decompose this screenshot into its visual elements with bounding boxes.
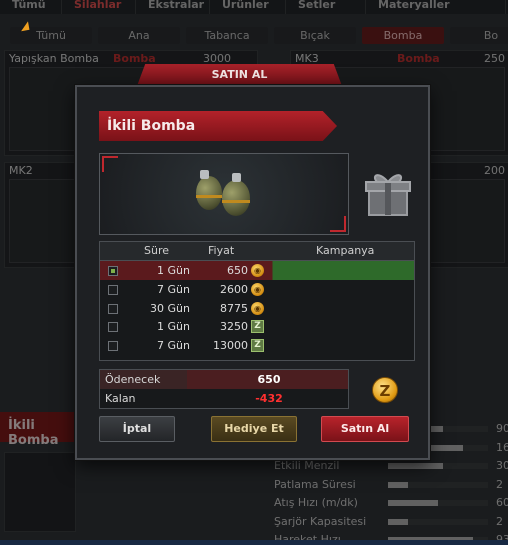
option-checkbox[interactable]	[108, 284, 118, 295]
stat-label: Şarjör Kapasitesi	[274, 514, 367, 528]
gift-button[interactable]: Hediye Et	[211, 416, 297, 442]
option-duration: 7 Gün	[157, 282, 190, 296]
header-campaign: Kampanya	[316, 244, 375, 257]
subtab-primary[interactable]: Ana	[98, 27, 180, 44]
category-bar: Tümü Silahlar Ekstralar Ürünler Setler M…	[0, 0, 508, 14]
payable-label: Ödenecek	[105, 373, 161, 386]
stat-value: 2	[496, 477, 503, 491]
stat-label: Atış Hızı (m/dk)	[274, 496, 358, 509]
zcash-icon: Z	[251, 320, 264, 334]
price-option-row[interactable]: 7 Gün 2600 ◉	[100, 280, 414, 299]
card-title: MK2	[9, 164, 33, 177]
stat-value: 60	[496, 496, 508, 509]
stat-fill	[388, 481, 408, 488]
grenade-icon	[222, 173, 250, 216]
grenade-icon	[196, 170, 222, 210]
option-duration: 7 Gün	[157, 339, 190, 353]
gift-icon[interactable]	[363, 169, 413, 219]
stat-bar	[388, 481, 488, 488]
price-option-row[interactable]: 7 Gün 13000 Z	[100, 336, 414, 355]
option-price: 2600	[220, 282, 248, 296]
option-duration: 1 Gün	[157, 320, 190, 334]
remaining-value: -432	[255, 392, 283, 405]
stat-fill	[388, 500, 438, 506]
tab-materials[interactable]: Materyaller	[366, 0, 506, 14]
item-preview	[99, 153, 349, 235]
purchase-dialog: İkili Bomba Süre Fiyat Kampanya 1 Gün 65…	[75, 85, 430, 460]
tab-all[interactable]: Tümü	[0, 0, 62, 14]
stat-bar	[388, 463, 488, 469]
price-option-row[interactable]: 30 Gün 8775 ◉	[100, 299, 414, 318]
stat-fill	[388, 518, 408, 525]
stat-value: 2	[496, 514, 503, 528]
payment-summary: Ödenecek 650 Kalan -432	[99, 369, 349, 409]
option-price: 8775	[220, 301, 248, 315]
stat-label: Etkili Menzil	[274, 459, 340, 472]
option-checkbox[interactable]	[108, 322, 118, 333]
price-option-row[interactable]: 1 Gün 3250 Z	[100, 317, 414, 336]
cancel-button[interactable]: İptal	[99, 416, 175, 442]
option-checkbox[interactable]	[108, 341, 118, 352]
remaining-row: Kalan -432	[100, 389, 348, 408]
stat-bar	[388, 500, 488, 506]
stat-value: 30	[496, 459, 508, 472]
card-title: MK3	[295, 52, 319, 65]
price-option-row[interactable]: 1 Gün 650 ◉	[100, 261, 414, 280]
stat-fill	[388, 463, 443, 469]
header-duration: Süre	[144, 244, 170, 257]
option-duration: 30 Gün	[150, 301, 190, 315]
gold-coin-icon: ◉	[251, 264, 264, 277]
stat-label: Patlama Süresi	[274, 477, 356, 491]
card-price: 200	[484, 164, 505, 177]
subtab-pistol[interactable]: Tabanca	[186, 27, 268, 44]
subcategory-bar: Tümü Ana Tabanca Bıçak Bomba Bo	[0, 27, 508, 45]
item-name-banner: İkili Bomba	[99, 111, 337, 141]
option-price: 13000	[213, 339, 248, 353]
tab-sets[interactable]: Setler	[286, 0, 366, 14]
detail-panel-title: İkili Bomba	[0, 412, 75, 448]
gold-coin-icon: ◉	[251, 301, 264, 315]
table-header: Süre Fiyat Kampanya	[100, 242, 414, 261]
tab-products[interactable]: Ürünler	[210, 0, 286, 14]
bottom-bar	[0, 540, 508, 545]
option-checkbox[interactable]	[108, 266, 118, 276]
stat-value: 90	[496, 422, 508, 435]
price-options-table: Süre Fiyat Kampanya 1 Gün 650 ◉ 7 Gün 26…	[99, 241, 415, 361]
card-price: 250	[484, 52, 505, 65]
gold-coin-icon: ◉	[251, 282, 264, 296]
zcash-icon: Z	[251, 339, 264, 353]
stat-row: Atış Hızı (m/dk) 60	[270, 494, 508, 513]
subtab-other[interactable]: Bo	[450, 27, 508, 44]
option-duration: 1 Gün	[157, 264, 190, 277]
modal-title: SATIN AL	[137, 64, 342, 86]
card-title: Yapışkan Bomba	[9, 52, 99, 65]
payable-row: Ödenecek 650	[100, 370, 348, 389]
stat-row: Şarjör Kapasitesi 2	[270, 513, 508, 532]
header-price: Fiyat	[208, 244, 235, 257]
tab-weapons[interactable]: Silahlar	[62, 0, 136, 14]
card-badge: Bomba	[397, 52, 440, 65]
detail-panel-image	[4, 452, 76, 532]
stat-value: 16	[496, 440, 508, 454]
option-price: 650	[227, 264, 248, 277]
option-checkbox[interactable]	[108, 303, 118, 314]
subtab-knife[interactable]: Bıçak	[274, 27, 356, 44]
tab-extras[interactable]: Ekstralar	[136, 0, 210, 14]
currency-coin-icon: Z	[372, 377, 398, 403]
card-price: 3000	[203, 52, 231, 65]
stat-bar	[388, 518, 488, 525]
buy-button[interactable]: Satın Al	[321, 416, 409, 442]
stat-row: Patlama Süresi 2	[270, 476, 508, 495]
payable-value: 650	[257, 373, 281, 386]
subtab-grenade[interactable]: Bomba	[362, 27, 444, 44]
remaining-label: Kalan	[105, 392, 136, 405]
option-price: 3250	[220, 320, 248, 334]
card-badge: Bomba	[113, 52, 156, 65]
